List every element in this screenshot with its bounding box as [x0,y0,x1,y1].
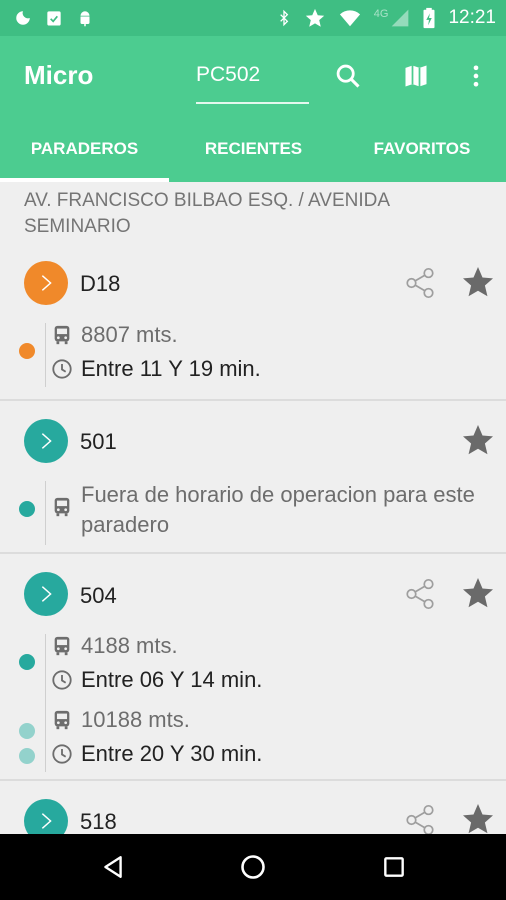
more-vert-icon [473,65,479,87]
clock-icon [52,359,72,379]
eta-row: Entre 06 Y 14 min. [51,667,262,693]
timeline-line [45,323,46,387]
clipboard-check-icon [47,11,61,26]
status-time: 12:21 [448,7,496,28]
search-button[interactable] [332,60,364,92]
recents-square-icon [384,857,404,877]
eta-text: Entre 06 Y 14 min. [81,667,263,692]
status-dot [19,654,35,670]
bus-icon [54,710,70,730]
distance-text: 8807 mts. [81,322,178,347]
recents-button[interactable] [379,852,409,882]
back-button[interactable] [98,852,128,882]
eta-row: Entre 20 Y 30 min. [51,741,262,767]
status-dot [19,748,35,764]
distance-text: 4188 mts. [81,633,178,658]
app-title: Micro [24,60,94,90]
share-icon[interactable] [403,803,437,834]
more-options-button[interactable] [460,60,492,92]
clock-icon [52,670,72,690]
stop-code-input[interactable]: PC502 [196,56,309,104]
app-bar: Micro PC502 [0,36,506,116]
share-icon[interactable] [403,577,437,611]
clock-icon [52,744,72,764]
favorite-star-icon[interactable] [460,801,496,834]
tab-favoritos[interactable]: FAVORITOS [338,116,506,182]
chevron-right-icon [41,433,52,449]
status-dot [19,723,35,739]
distance-row: 8807 mts. [51,322,178,348]
battery-charging-icon [423,7,435,29]
system-nav-bar [0,834,506,900]
route-badge[interactable] [24,419,68,463]
route-number: D18 [80,271,121,296]
map-button[interactable] [400,60,432,92]
distance-text: 10188 mts. [81,707,190,732]
bluetooth-icon [279,9,289,27]
star-icon [305,8,324,27]
bus-icon [54,325,70,345]
route-card-504[interactable]: 504 4188 mts. Entre 06 Y 14 min. 10188 m… [0,556,506,781]
bus-icon [54,497,70,517]
note-row: Fuera de horario de operacion para este … [51,480,491,540]
android-icon [80,11,90,27]
route-card-518[interactable]: 518 [0,783,506,834]
route-number: 518 [80,809,117,834]
back-triangle-icon [104,856,122,878]
chevron-right-icon [41,813,52,829]
timeline-line [45,481,46,545]
network-type-label: 4G [373,8,389,20]
map-icon [405,65,427,87]
route-badge[interactable] [24,572,68,616]
bus-icon [54,636,70,656]
favorite-star-icon[interactable] [460,422,496,458]
route-card-501[interactable]: 501 Fuera de horario de operacion para e… [0,403,506,554]
route-card-d18[interactable]: D18 8807 mts. Entre 11 Y 19 min. [0,246,506,401]
status-bar: 4G 12:21 [0,0,506,36]
home-button[interactable] [238,852,268,882]
home-circle-icon [241,855,265,879]
eta-row: Entre 11 Y 19 min. [51,356,261,382]
chevron-right-icon [41,586,52,602]
stop-name: AV. FRANCISCO BILBAO ESQ. / AVENIDA SEMI… [24,190,389,237]
chevron-right-icon [41,275,52,291]
route-number: 501 [80,429,117,454]
favorite-star-icon[interactable] [460,264,496,300]
tab-paraderos[interactable]: PARADEROS [0,116,169,182]
tab-bar: PARADEROS RECIENTES FAVORITOS [0,116,506,182]
eta-text: Entre 11 Y 19 min. [81,356,261,381]
schedule-note: Fuera de horario de operacion para este … [81,482,475,537]
moon-icon [16,11,30,25]
share-icon[interactable] [403,266,437,300]
arrivals-list[interactable]: AV. FRANCISCO BILBAO ESQ. / AVENIDA SEMI… [0,182,506,834]
eta-text: Entre 20 Y 30 min. [81,741,263,766]
timeline-line [45,634,46,772]
wifi-icon [339,10,360,27]
signal-icon [392,9,409,27]
status-dot [19,343,35,359]
route-badge[interactable] [24,261,68,305]
favorite-star-icon[interactable] [460,575,496,611]
search-icon [336,64,360,88]
tab-recientes[interactable]: RECIENTES [169,116,338,182]
route-badge[interactable] [24,799,68,834]
route-number: 504 [80,583,117,608]
status-dot [19,501,35,517]
distance-row: 4188 mts. [51,633,178,659]
distance-row: 10188 mts. [51,707,190,733]
